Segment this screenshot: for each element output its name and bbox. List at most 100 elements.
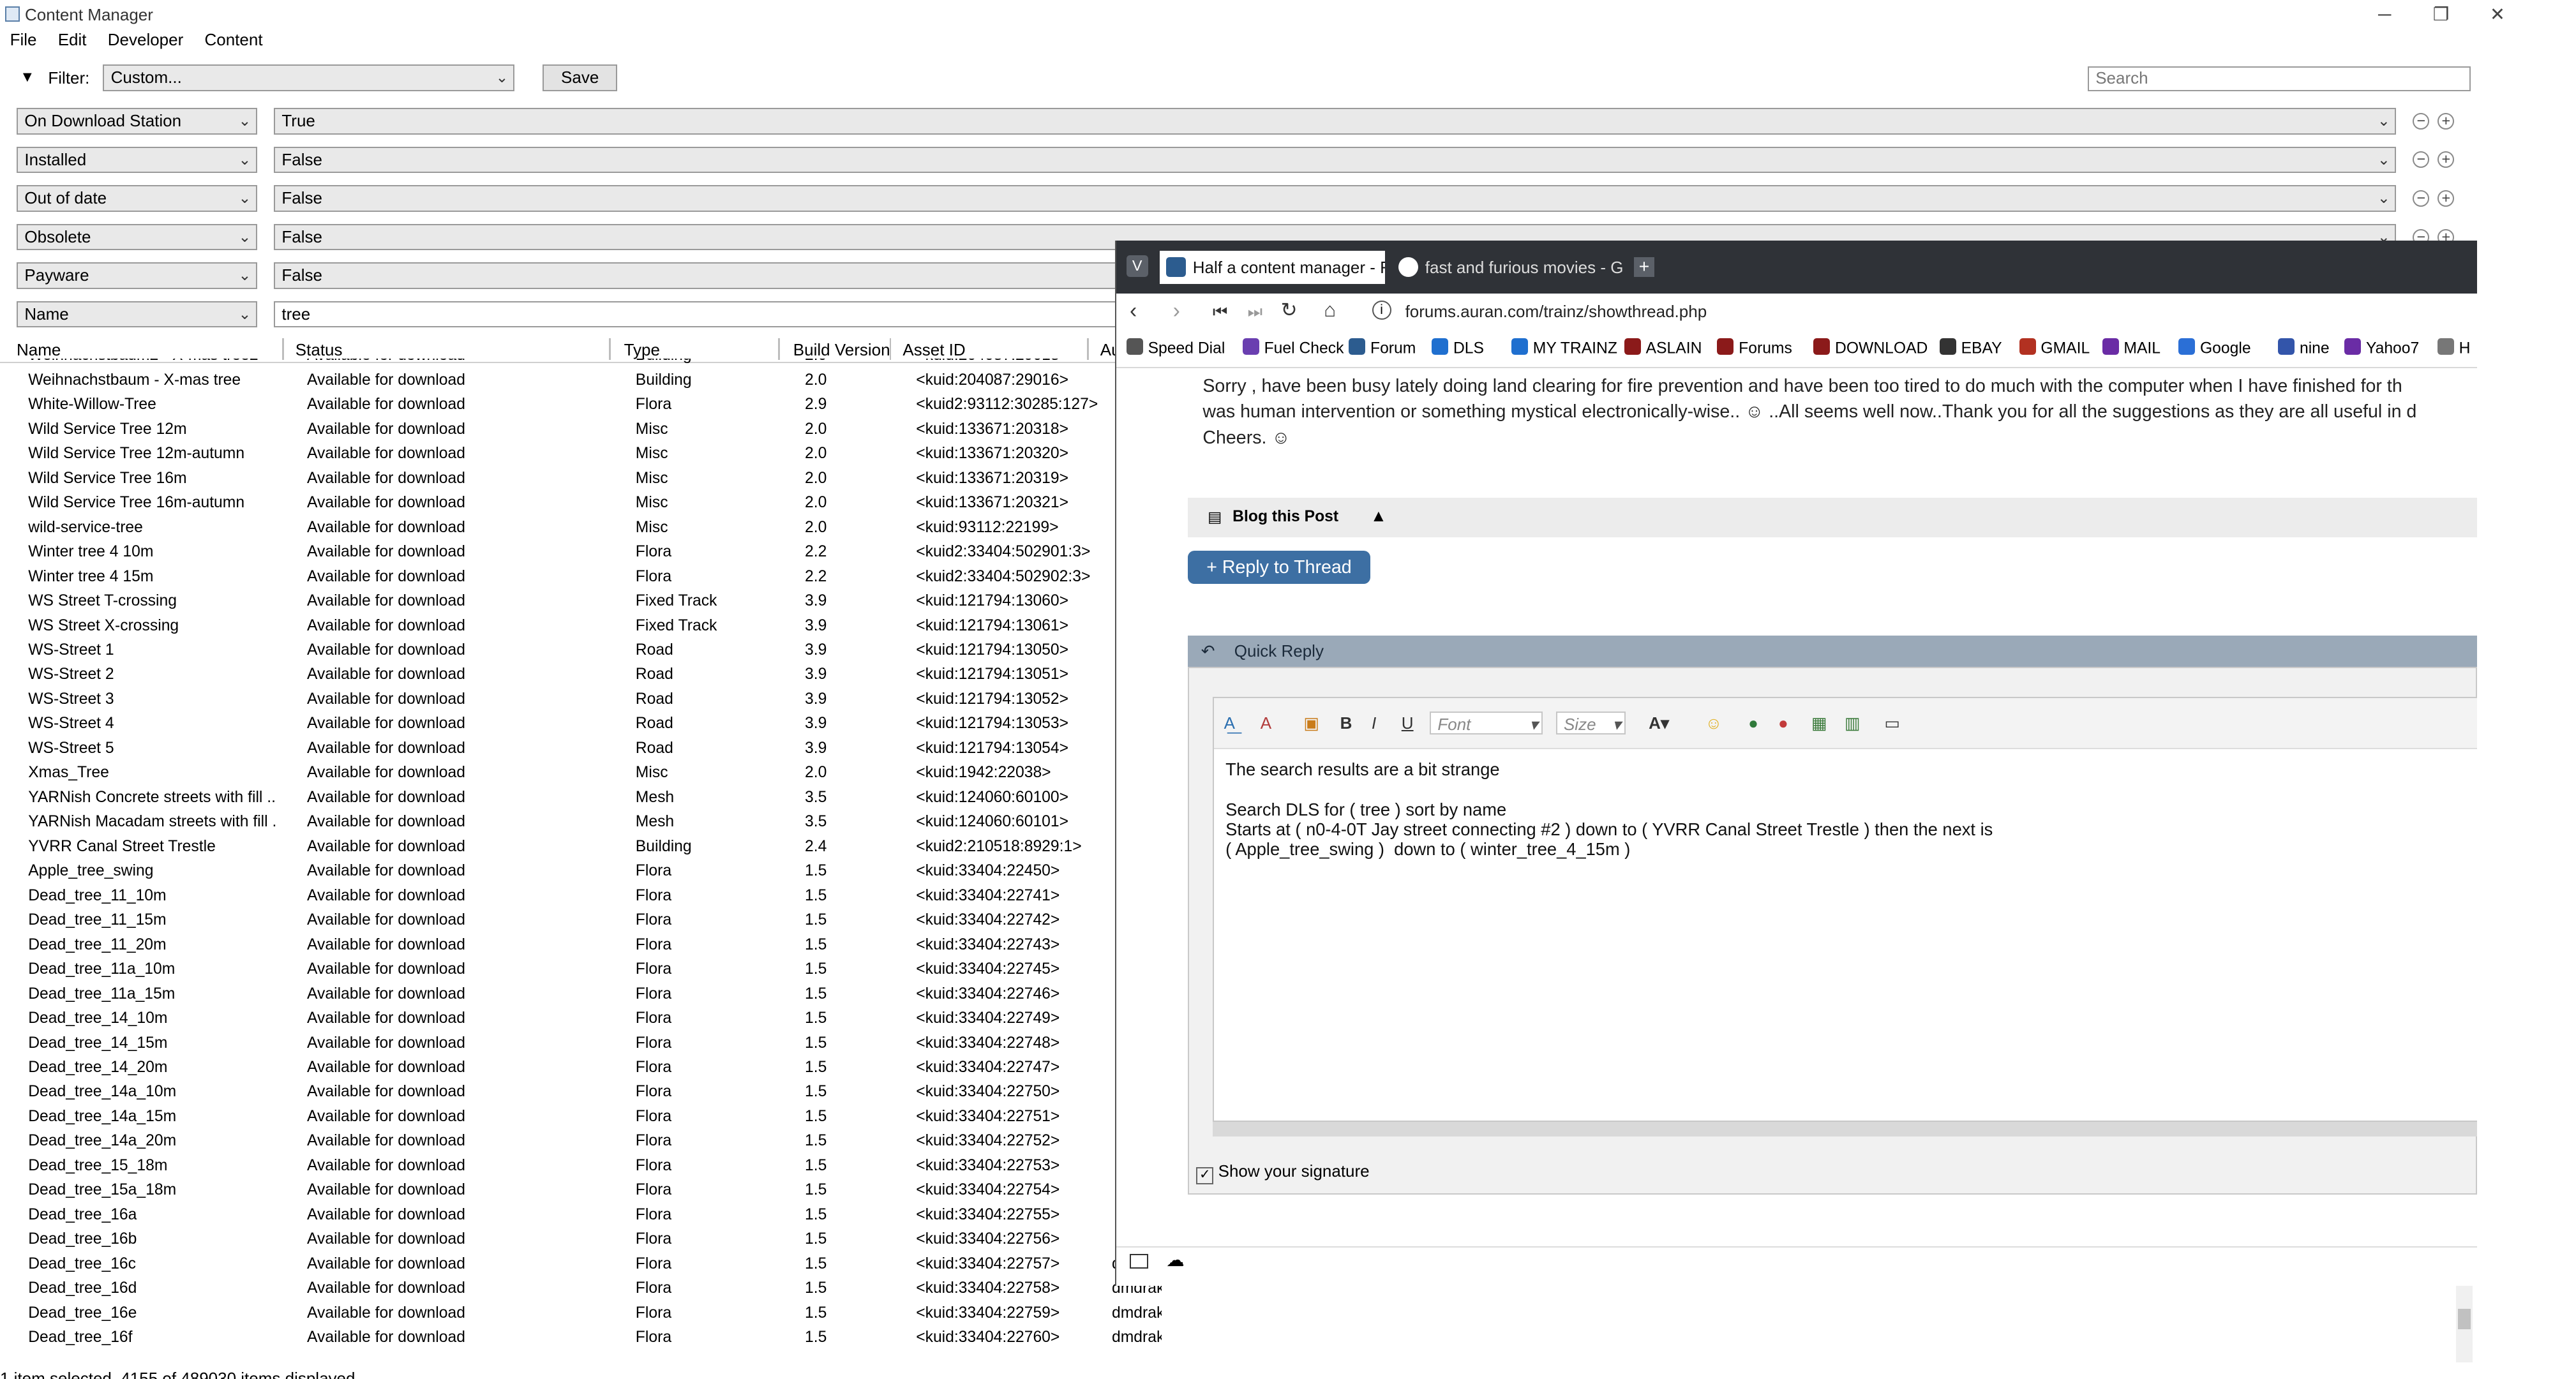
tab-half-a-content-manager[interactable]: Half a content manager - F (1159, 250, 1386, 284)
table-row[interactable]: Dead_tree_14a_15m Available for download… (0, 1106, 1162, 1130)
table-row[interactable]: Dead_tree_15a_18m Available for download… (0, 1180, 1162, 1204)
condition-value-select[interactable]: True ⌄ (273, 108, 2397, 135)
minimize-icon[interactable]: ─ (2356, 0, 2413, 30)
remove-link-icon[interactable]: ● (1778, 712, 1788, 734)
show-signature-checkbox[interactable]: ✓ (1195, 1167, 1214, 1184)
tab-fast-and-furious[interactable]: fast and furious movies - G (1392, 251, 1624, 284)
column-divider[interactable] (609, 338, 611, 361)
table-row[interactable]: Weihnachstbaum - X-mas tree Available fo… (0, 369, 1162, 394)
table-row[interactable]: WS-Street 1 Available for download Road … (0, 639, 1162, 664)
table-row[interactable]: YARNish Concrete streets with fill ... A… (0, 787, 1162, 811)
table-row[interactable]: Wild Service Tree 16m-autumn Available f… (0, 493, 1162, 517)
table-row[interactable]: Dead_tree_14a_20m Available for download… (0, 1131, 1162, 1155)
insert-image-icon[interactable]: ▦ (1811, 712, 1827, 734)
home-icon[interactable]: ⌂ (1324, 299, 1336, 322)
add-condition-icon[interactable]: + (2437, 151, 2455, 168)
search-input[interactable]: Search (2087, 66, 2471, 91)
table-row[interactable]: Dead_tree_14_20m Available for download … (0, 1057, 1162, 1081)
remove-condition-icon[interactable]: − (2413, 151, 2430, 168)
column-divider[interactable] (281, 338, 284, 361)
condition-value-select[interactable]: False ⌄ (273, 146, 2397, 174)
remove-format-icon[interactable]: A͟ (1224, 712, 1235, 734)
condition-field-select[interactable]: Obsolete ⌄ (17, 223, 257, 251)
insert-video-icon[interactable]: ▥ (1845, 712, 1861, 734)
editor-resize-bar[interactable] (1212, 1121, 2478, 1137)
bookmark-item[interactable]: EBAY (1939, 338, 2002, 357)
bookmark-item[interactable]: Forum (1349, 338, 1416, 357)
table-row[interactable]: Winter tree 4 10m Available for download… (0, 542, 1162, 566)
browser-menu-icon[interactable]: V (1126, 255, 1148, 278)
table-row[interactable]: Dead_tree_16a Available for download Flo… (0, 1204, 1162, 1228)
col-name[interactable]: Name (17, 340, 61, 360)
bookmark-item[interactable]: Yahoo7 (2344, 338, 2419, 357)
add-condition-icon[interactable]: + (2437, 112, 2455, 130)
bookmark-item[interactable]: GMAIL (2019, 338, 2090, 357)
table-row[interactable]: wild-service-tree Available for download… (0, 517, 1162, 541)
table-row[interactable]: Dead_tree_14a_10m Available for download… (0, 1082, 1162, 1106)
condition-field-select[interactable]: On Download Station ⌄ (17, 108, 257, 135)
maximize-icon[interactable]: ❐ (2413, 0, 2469, 30)
font-select[interactable]: Font ▾ (1429, 711, 1543, 735)
condition-value-select[interactable]: False ⌄ (273, 185, 2397, 212)
rewind-icon[interactable]: ⏮ (1213, 302, 1227, 322)
scrollbar-thumb[interactable] (2457, 1309, 2471, 1329)
table-row[interactable]: Dead_tree_16f Available for download Flo… (0, 1327, 1162, 1352)
add-condition-icon[interactable]: + (2437, 190, 2455, 207)
col-status[interactable]: Status (296, 340, 343, 360)
size-select[interactable]: Size ▾ (1555, 711, 1626, 735)
condition-value-select[interactable]: False (273, 262, 1117, 289)
table-row[interactable]: Dead_tree_11_10m Available for download … (0, 885, 1162, 909)
close-icon[interactable]: ✕ (2469, 0, 2526, 30)
table-row[interactable]: Wild Service Tree 12m-autumn Available f… (0, 444, 1162, 468)
condition-field-select[interactable]: Name ⌄ (17, 301, 257, 328)
bookmark-item[interactable]: nine (2278, 338, 2330, 357)
forward-icon[interactable]: › (1173, 299, 1180, 324)
panel-toggle-icon[interactable] (1129, 1253, 1148, 1269)
reply-to-thread-button[interactable]: + Reply to Thread (1187, 551, 1370, 585)
switch-mode-icon[interactable]: A (1261, 712, 1271, 734)
menu-file[interactable]: File (10, 30, 37, 50)
table-row[interactable]: Dead_tree_14_15m Available for download … (0, 1032, 1162, 1057)
bold-icon[interactable]: B (1340, 712, 1352, 734)
table-row[interactable]: Dead_tree_11_15m Available for download … (0, 910, 1162, 934)
table-row[interactable]: WS-Street 3 Available for download Road … (0, 689, 1162, 713)
new-tab-icon[interactable]: + (1634, 257, 1654, 278)
remove-condition-icon[interactable]: − (2413, 190, 2430, 207)
underline-icon[interactable]: U (1402, 712, 1414, 734)
col-build[interactable]: Build Version (793, 340, 890, 360)
condition-field-select[interactable]: Out of date ⌄ (17, 185, 257, 212)
smilies-icon[interactable]: ☺ (1705, 712, 1723, 734)
reload-icon[interactable]: ↻ (1281, 299, 1298, 322)
col-asset[interactable]: Asset ID (902, 340, 965, 360)
text-color-icon[interactable]: A▾ (1649, 712, 1669, 734)
table-row[interactable]: Dead_tree_14_10m Available for download … (0, 1008, 1162, 1032)
cloud-icon[interactable]: ☁ (1166, 1249, 1185, 1271)
table-row[interactable]: WS Street T-crossing Available for downl… (0, 590, 1162, 615)
table-row[interactable]: Wild Service Tree 12m Available for down… (0, 419, 1162, 443)
table-row[interactable]: WS-Street 5 Available for download Road … (0, 738, 1162, 762)
table-row[interactable]: YARNish Macadam streets with fill ... Av… (0, 812, 1162, 836)
table-row[interactable]: Winter tree 4 15m Available for download… (0, 566, 1162, 590)
remove-condition-icon[interactable]: − (2413, 112, 2430, 130)
blog-this-post-link[interactable]: Blog this Post (1232, 508, 1338, 526)
table-row[interactable]: WS Street X-crossing Available for downl… (0, 615, 1162, 639)
bookmark-item[interactable]: H (2437, 338, 2470, 357)
table-row[interactable]: Weihnachstbaum2 - X-mas tree2 Available … (0, 359, 1162, 370)
table-row[interactable]: Dead_tree_16c Available for download Flo… (0, 1253, 1162, 1278)
report-warning-icon[interactable]: ▲ (1370, 506, 1387, 526)
bookmark-item[interactable]: DLS (1432, 338, 1484, 357)
filter-preset-select[interactable]: Custom... ⌄ (103, 64, 514, 91)
condition-field-select[interactable]: Installed ⌄ (17, 146, 257, 174)
save-button[interactable]: Save (543, 64, 618, 91)
menu-content[interactable]: Content (204, 30, 262, 50)
table-row[interactable]: Apple_tree_swing Available for download … (0, 861, 1162, 885)
bookmark-item[interactable]: DOWNLOAD (1813, 338, 1928, 357)
menu-developer[interactable]: Developer (108, 30, 184, 50)
table-row[interactable]: YVRR Canal Street Trestle Available for … (0, 836, 1162, 860)
table-row[interactable]: Dead_tree_16d Available for download Flo… (0, 1278, 1162, 1302)
table-row[interactable]: Dead_tree_11a_10m Available for download… (0, 959, 1162, 983)
condition-field-select[interactable]: Payware ⌄ (17, 262, 257, 289)
collapse-icon[interactable]: ↶ (1201, 636, 1215, 667)
bookmark-item[interactable]: Speed Dial (1126, 338, 1225, 357)
column-divider[interactable] (1086, 338, 1089, 361)
